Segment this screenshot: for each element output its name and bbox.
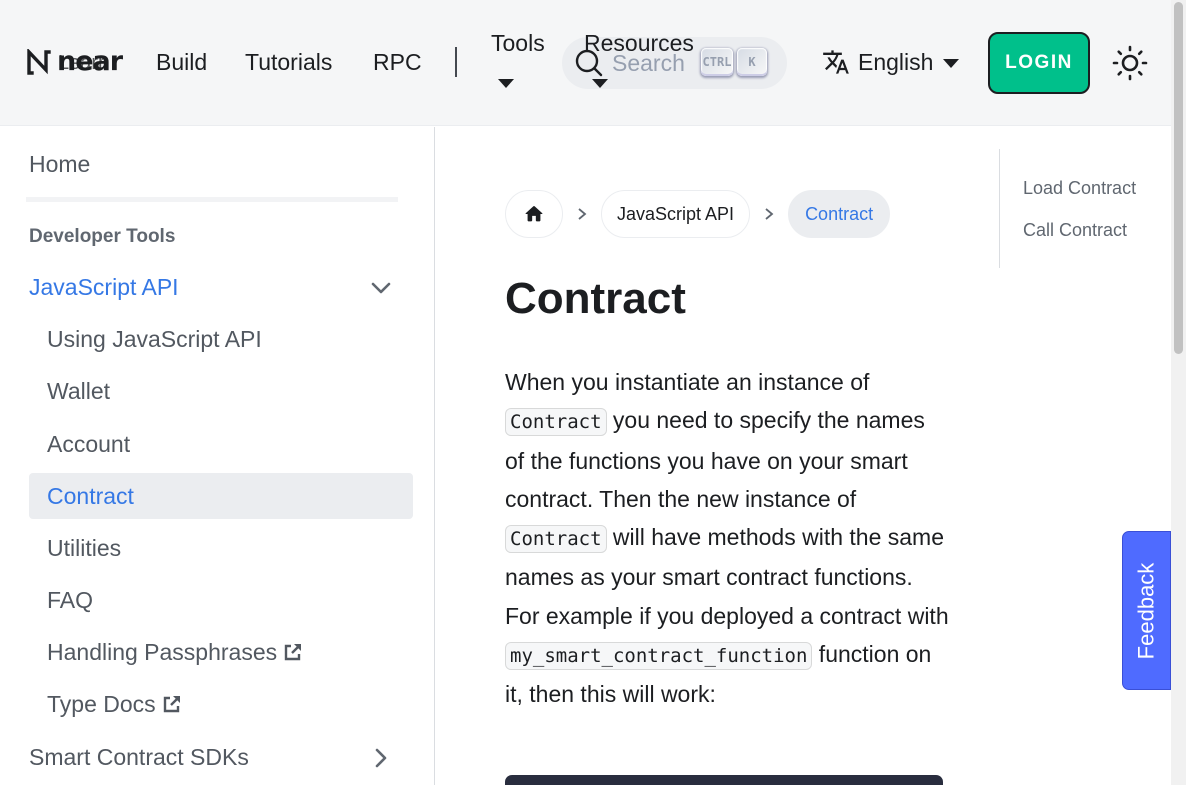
sidebar-divider	[26, 197, 398, 202]
near-logo-icon	[27, 49, 51, 75]
code-block	[505, 775, 943, 785]
caret-down-icon	[943, 58, 960, 68]
sidebar-item-label: Type Docs	[47, 691, 156, 717]
nav-link-build[interactable]: Build	[156, 48, 207, 76]
sun-icon[interactable]	[1110, 43, 1150, 83]
language-label: English	[858, 48, 934, 75]
caret-down-icon	[592, 79, 608, 88]
table-of-contents: Load Contract Call Contract	[999, 149, 1171, 268]
inline-code: Contract	[505, 408, 607, 437]
chevron-right-icon[interactable]	[370, 747, 392, 769]
breadcrumb-current: Contract	[788, 190, 891, 238]
sidebar-item-account[interactable]: Account	[47, 430, 130, 458]
home-icon	[525, 206, 543, 222]
nav-link-tutorials[interactable]: Tutorials	[245, 48, 332, 76]
sidebar-item-label: Handling Passphrases	[47, 639, 278, 665]
sidebar-category-label: Developer Tools	[29, 226, 176, 247]
brand-subtitle: Learn	[58, 52, 110, 74]
login-button[interactable]: LOGIN	[988, 32, 1090, 94]
sidebar-item-utilities[interactable]: Utilities	[47, 534, 121, 562]
language-dropdown[interactable]: English	[822, 46, 960, 78]
sidebar-item-home[interactable]: Home	[29, 150, 90, 178]
navbar: near Learn Build Tutorials RPC Tools CTR…	[0, 0, 1171, 126]
inline-code: my_smart_contract_function	[505, 642, 813, 671]
content-paragraph: When you instantiate an instance of Cont…	[505, 363, 950, 714]
sidebar: Home Developer Tools JavaScript API Usin…	[0, 127, 435, 785]
toc-item-load-contract[interactable]: Load Contract	[1023, 178, 1136, 199]
sidebar-item-wallet[interactable]: Wallet	[47, 377, 110, 405]
breadcrumb: JavaScript API Contract	[505, 190, 891, 238]
toc-item-call-contract[interactable]: Call Contract	[1023, 220, 1127, 241]
caret-down-icon	[498, 79, 514, 88]
inline-code: Contract	[505, 525, 607, 554]
translate-icon	[823, 50, 849, 74]
external-link-icon	[284, 644, 302, 661]
sidebar-item-smart-contract-sdks[interactable]: Smart Contract SDKs	[29, 743, 249, 771]
sidebar-item-type-docs[interactable]: Type Docs	[47, 690, 182, 718]
feedback-button[interactable]: Feedback	[1122, 531, 1171, 690]
scrollbar-thumb[interactable]	[1174, 2, 1183, 354]
breadcrumb-home[interactable]	[505, 190, 563, 238]
paragraph-text: When you instantiate an instance of	[505, 369, 870, 395]
nav-dropdown-tools[interactable]: Tools	[491, 29, 545, 57]
page-title: Contract	[505, 274, 686, 323]
external-link-icon	[163, 696, 180, 713]
chevron-right-icon	[578, 208, 587, 220]
nav-separator	[455, 47, 457, 77]
chevron-down-icon[interactable]	[370, 277, 392, 299]
sidebar-item-javascript-api[interactable]: JavaScript API	[29, 273, 179, 301]
nav-dropdown-resources[interactable]: Resources	[584, 29, 694, 57]
sidebar-item-faq[interactable]: FAQ	[47, 586, 93, 614]
kbd-k: K	[737, 48, 767, 76]
nav-link-rpc[interactable]: RPC	[373, 48, 422, 76]
sidebar-item-using-javascript-api[interactable]: Using JavaScript API	[47, 325, 262, 353]
kbd-ctrl: CTRL	[701, 48, 733, 76]
breadcrumb-separator	[750, 207, 788, 221]
sidebar-item-handling-passphrases[interactable]: Handling Passphrases	[47, 638, 303, 666]
sidebar-item-contract[interactable]: Contract	[47, 482, 134, 510]
main-content: JavaScript API Contract Contract When yo…	[436, 127, 996, 785]
breadcrumb-javascript-api[interactable]: JavaScript API	[601, 190, 751, 238]
scrollbar[interactable]	[1171, 0, 1186, 785]
feedback-label: Feedback	[1133, 562, 1159, 659]
chevron-right-icon	[765, 208, 774, 220]
breadcrumb-separator	[563, 207, 601, 221]
